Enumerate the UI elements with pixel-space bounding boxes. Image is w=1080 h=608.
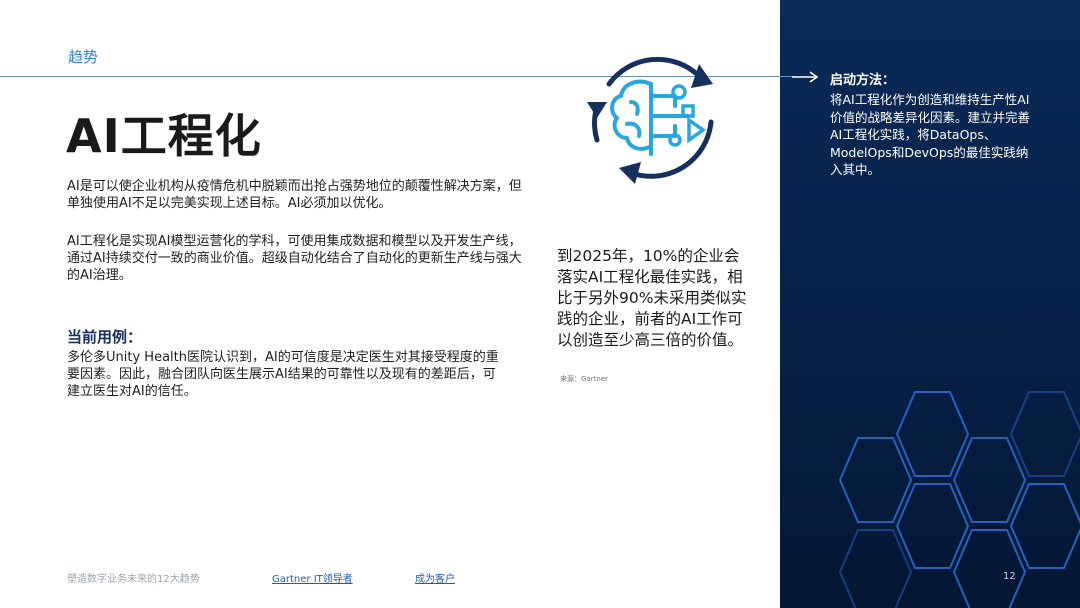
footer-link-it-leaders[interactable]: Gartner IT领导者	[272, 570, 353, 585]
use-case-body: 多伦多Unity Health医院认识到，AI的可信度是决定医生对其接受程度的重…	[67, 350, 499, 399]
stat-source: 来源：Gartner	[560, 375, 608, 383]
intro-paragraph-2: AI工程化是实现AI模型运营化的学科，可使用集成数据和模型以及开发生产线，通过A…	[67, 234, 522, 283]
footer-link-become-client[interactable]: 成为客户	[415, 570, 455, 585]
brain-circuit-icon	[587, 56, 714, 184]
panel-title: 启动方法：	[830, 73, 896, 88]
page-title: AI工程化	[66, 109, 262, 163]
use-case-title: 当前用例：	[67, 328, 143, 346]
section-label: 趋势	[68, 48, 99, 66]
panel-body: 将AI工程化作为创造和维持生产性AI价值的战略差异化因素。建立并完善AI工程化实…	[830, 92, 1031, 177]
page-number: 12	[1003, 571, 1016, 582]
stat-prediction: 到2025年，10%的企业会落实AI工程化最佳实践，相比于另外90%未采用类似实…	[557, 247, 747, 349]
footer-doc-title: 塑造数字业务未来的12大趋势	[67, 574, 200, 585]
hexagon-pattern	[838, 391, 1080, 608]
arrow-right-icon	[792, 71, 819, 83]
intro-paragraph-1: AI是可以使企业机构从疫情危机中脱颖而出抢占强势地位的颠覆性解决方案，但单独使用…	[67, 179, 522, 211]
